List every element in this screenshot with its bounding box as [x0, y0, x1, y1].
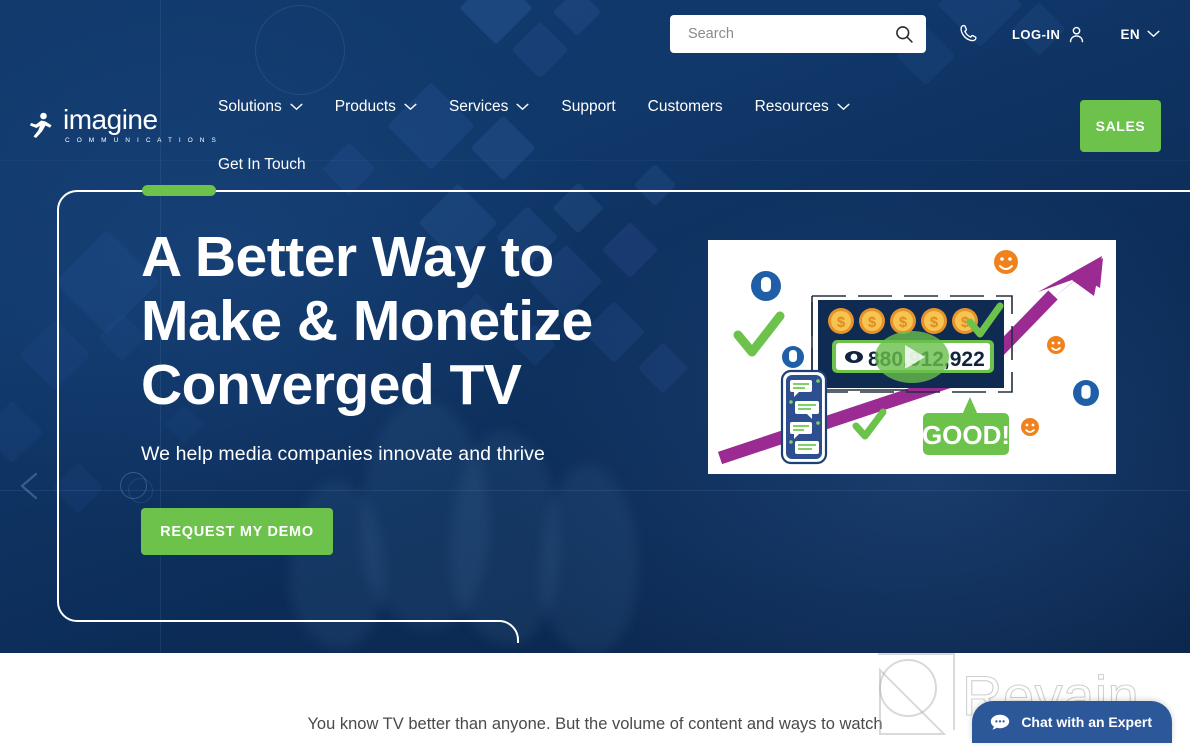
- hero-title-line-3: Converged TV: [141, 353, 522, 417]
- login-label: LOG-IN: [1011, 26, 1061, 42]
- nav-label: Products: [334, 98, 396, 115]
- logo[interactable]: imagine C O M M U N I C A T I O N S: [28, 106, 218, 144]
- utility-bar: LOG-IN EN: [0, 0, 1190, 68]
- main-navigation: imagine C O M M U N I C A T I O N S Solu…: [0, 68, 1190, 184]
- chevron-down-icon: [1147, 30, 1160, 38]
- chevron-down-icon: [404, 103, 417, 111]
- chevron-down-icon: [837, 103, 850, 111]
- chat-bubble-icon: [991, 714, 1010, 730]
- svg-text:$: $: [899, 314, 908, 331]
- nav-item-customers[interactable]: Customers: [648, 94, 723, 120]
- nav-label: Customers: [647, 98, 723, 115]
- request-demo-button[interactable]: REQUEST MY DEMO: [141, 508, 333, 555]
- imagine-running-figure-icon: [30, 112, 52, 138]
- nav-label: Solutions: [218, 98, 282, 115]
- sales-button[interactable]: SALES: [1080, 100, 1161, 152]
- page-title: A Better Way to Make & Monetize Converge…: [141, 225, 681, 417]
- bg-cube: [19, 319, 91, 391]
- language-selector[interactable]: EN: [1120, 27, 1160, 42]
- nav-label: Support: [561, 98, 616, 115]
- hero-title-line-1: A Better Way to: [141, 225, 554, 289]
- bg-cube: [52, 462, 104, 514]
- logo-subtitle: C O M M U N I C A T I O N S: [65, 137, 219, 144]
- bg-cube: [0, 400, 44, 464]
- hero-subtitle: We help media companies innovate and thr…: [141, 443, 545, 465]
- carousel-dot-icon[interactable]: [120, 472, 147, 499]
- nav-item-products[interactable]: Products: [335, 94, 417, 120]
- nav-item-support[interactable]: Support: [561, 94, 615, 120]
- phone-icon[interactable]: [958, 23, 980, 45]
- nav-label: Resources: [754, 98, 829, 115]
- hero-title-line-2: Make & Monetize: [141, 289, 593, 353]
- search-box[interactable]: [669, 15, 926, 53]
- chevron-down-icon: [516, 103, 529, 111]
- nav-label: Get In Touch: [218, 156, 306, 173]
- svg-text:$: $: [837, 314, 846, 331]
- search-input[interactable]: [687, 26, 894, 42]
- nav-item-services[interactable]: Services: [449, 94, 529, 120]
- login-link[interactable]: LOG-IN: [1012, 25, 1087, 44]
- nav-item-resources[interactable]: Resources: [755, 94, 850, 120]
- chat-label: Chat with an Expert: [1021, 714, 1152, 730]
- svg-text:GOOD!: GOOD!: [922, 420, 1010, 450]
- svg-text:$: $: [930, 314, 939, 331]
- nav-item-solutions[interactable]: Solutions: [218, 94, 303, 120]
- svg-text:$: $: [868, 314, 877, 331]
- chevron-down-icon: [290, 103, 303, 111]
- hero-video-thumbnail[interactable]: $ $ $ $ $ 880,912,922 GOOD!: [708, 240, 1116, 474]
- carousel-prev-button[interactable]: [14, 470, 46, 502]
- nav-item-get-in-touch[interactable]: Get In Touch: [218, 152, 306, 178]
- svg-text:880,912,922: 880,912,922: [868, 348, 985, 371]
- search-icon[interactable]: [894, 24, 914, 44]
- language-label: EN: [1120, 26, 1140, 42]
- page-root: LOG-IN EN imagine C O M M U N I C A T I …: [0, 0, 1190, 753]
- logo-wordmark: imagine: [63, 104, 158, 135]
- nav-links: Solutions Products Services Support Cust…: [218, 94, 918, 178]
- nav-label: Services: [448, 98, 509, 115]
- user-icon: [1070, 26, 1084, 42]
- hero-content: A Better Way to Make & Monetize Converge…: [141, 225, 681, 555]
- chat-with-expert-button[interactable]: Chat with an Expert: [972, 701, 1172, 743]
